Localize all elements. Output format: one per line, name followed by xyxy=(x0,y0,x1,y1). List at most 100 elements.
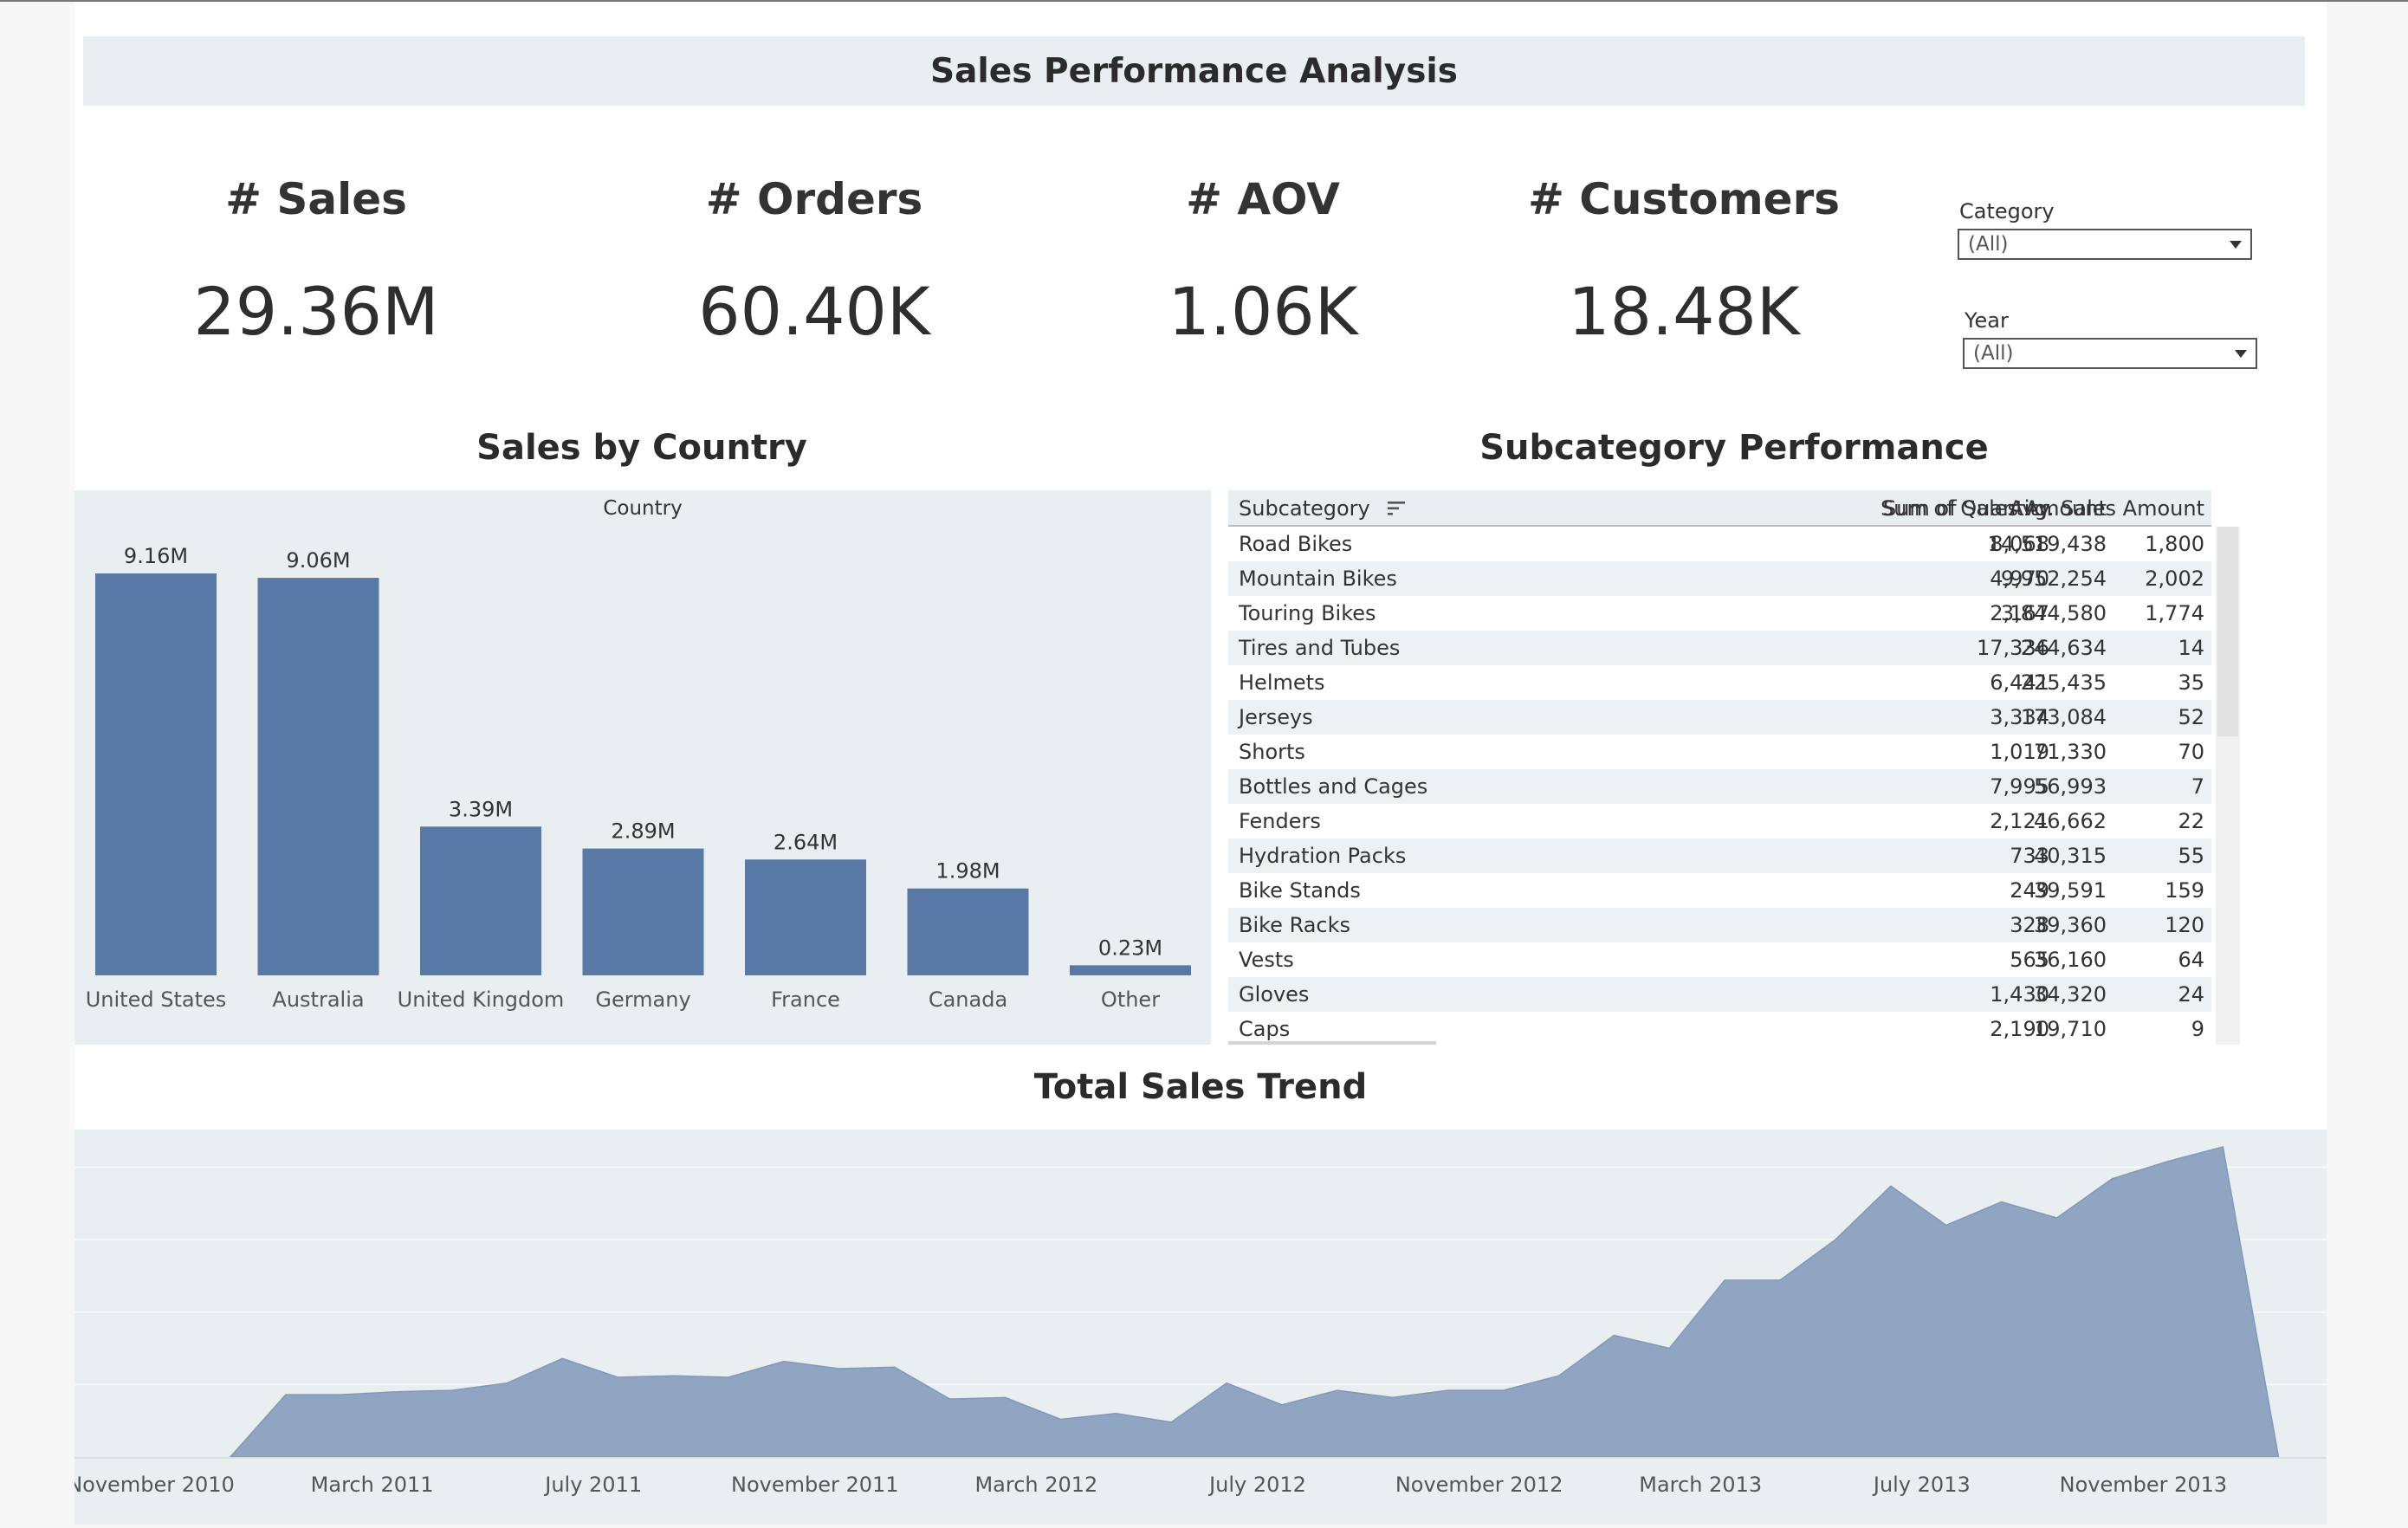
bar-data-label: 1.98M xyxy=(935,859,1000,884)
sort-descending-icon[interactable] xyxy=(1388,500,1407,517)
x-tick-label: United Kingdom xyxy=(398,987,565,1012)
bar-chart-svg: Country 9.16M United States 9.06M Australia… xyxy=(86,497,1191,1012)
x-tick-label: November 2012 xyxy=(1395,1473,1563,1497)
bar-france[interactable] xyxy=(745,859,866,975)
table-row[interactable]: Shorts 1,019 71,330 70 xyxy=(1228,735,2211,769)
cell-subcategory: Caps xyxy=(1239,1017,1291,1041)
bar-united-kingdom[interactable] xyxy=(420,826,541,975)
cell-avg-sales: 24 xyxy=(2178,982,2204,1007)
cell-subcategory: Bike Stands xyxy=(1239,878,1361,903)
bar-germany[interactable] xyxy=(582,848,704,975)
chevron-down-icon xyxy=(2235,349,2247,358)
x-tick-label: March 2011 xyxy=(311,1473,434,1497)
cell-subcategory: Gloves xyxy=(1239,982,1310,1007)
x-tick-label: March 2012 xyxy=(974,1473,1097,1497)
kpi-aov-label: # AOV xyxy=(1186,174,1340,224)
category-dropdown[interactable]: (All) xyxy=(1958,229,2252,260)
sales-trend-area[interactable] xyxy=(229,1146,2279,1458)
bar-other[interactable] xyxy=(1070,965,1191,975)
table-row[interactable]: Tires and Tubes 17,336 244,634 14 xyxy=(1228,631,2211,665)
bar-data-label: 3.39M xyxy=(449,797,513,821)
table-row[interactable]: Touring Bikes 2,167 3,844,580 1,774 xyxy=(1228,596,2211,631)
bar-data-label: 2.64M xyxy=(774,830,838,854)
table-row[interactable]: Mountain Bikes 4,970 9,952,254 2,002 xyxy=(1228,561,2211,596)
header-subcategory[interactable]: Subcategory xyxy=(1239,490,1370,525)
x-tick-label: July 2011 xyxy=(543,1473,642,1497)
kpi-customers: # Customers 18.48K xyxy=(1467,169,1900,350)
x-tick-label: Australia xyxy=(272,987,364,1012)
country-header: Country xyxy=(603,497,682,520)
kpi-customers-value: 18.48K xyxy=(1568,273,1800,350)
x-tick-label: Other xyxy=(1101,987,1160,1012)
kpi-aov-value: 1.06K xyxy=(1168,273,1358,350)
bar-data-label: 2.89M xyxy=(611,819,675,844)
table-row[interactable]: Bike Stands 249 39,591 159 xyxy=(1228,873,2211,908)
subcategory-table: Subcategory Sum of Quantity Sum of Sales… xyxy=(1228,490,2240,1045)
cell-avg-sales: 55 xyxy=(2178,844,2204,868)
x-tick-label: Germany xyxy=(595,987,690,1012)
cell-subcategory: Helmets xyxy=(1239,670,1325,695)
area-chart-svg: November 2010 March 2011 July 2011 November… xyxy=(67,1146,2327,1497)
bar-data-label: 9.16M xyxy=(124,544,188,568)
kpi-orders-value: 60.40K xyxy=(698,273,930,350)
cell-subcategory: Mountain Bikes xyxy=(1239,567,1397,591)
cell-subcategory: Hydration Packs xyxy=(1239,844,1407,868)
x-tick-label: Canada xyxy=(929,987,1007,1012)
bar-canada[interactable] xyxy=(907,888,1029,975)
x-tick-label: November 2011 xyxy=(731,1473,899,1497)
cell-avg-sales: 14 xyxy=(2178,636,2204,660)
total-sales-trend-chart: November 2010 March 2011 July 2011 November… xyxy=(67,1130,2327,1525)
scrollbar-thumb[interactable] xyxy=(2217,527,2238,736)
table-row[interactable]: Fenders 2,121 46,662 22 xyxy=(1228,804,2211,838)
table-row[interactable]: Jerseys 3,334 173,084 52 xyxy=(1228,700,2211,735)
x-tick-label: November 2010 xyxy=(74,1473,235,1497)
kpi-orders-label: # Orders xyxy=(705,174,923,224)
bar-australia[interactable] xyxy=(257,578,379,975)
x-tick-label: July 2013 xyxy=(1872,1473,1971,1497)
chevron-down-icon xyxy=(2230,240,2242,249)
table-body: Road Bikes 8,068 14,519,438 1,800 Mountain B… xyxy=(1228,527,2211,1045)
kpi-customers-label: # Customers xyxy=(1527,174,1841,224)
table-row[interactable]: Road Bikes 8,068 14,519,438 1,800 xyxy=(1228,527,2211,561)
cell-subcategory: Shorts xyxy=(1239,740,1305,764)
horizontal-scrollbar[interactable] xyxy=(1228,1041,1436,1045)
year-filter-label: Year xyxy=(1965,308,2009,333)
cell-avg-sales: 7 xyxy=(2191,774,2204,799)
subcategory-performance-title: Subcategory Performance xyxy=(1479,428,1989,468)
bar-data-label: 9.06M xyxy=(286,548,350,573)
cell-avg-sales: 9 xyxy=(2191,1017,2204,1041)
year-dropdown[interactable]: (All) xyxy=(1963,338,2257,369)
bar-data-label: 0.23M xyxy=(1098,936,1162,960)
category-filter: Category (All) xyxy=(1958,199,2252,260)
sales-by-country-title: Sales by Country xyxy=(476,428,807,468)
table-row[interactable]: Vests 565 36,160 64 xyxy=(1228,942,2211,977)
bar-united-states[interactable] xyxy=(95,573,217,975)
table-row[interactable]: Helmets 6,441 225,435 35 xyxy=(1228,665,2211,700)
total-sales-trend-title: Total Sales Trend xyxy=(1033,1067,1368,1107)
table-row[interactable]: Bike Racks 328 39,360 120 xyxy=(1228,908,2211,942)
header-avg-sales-amount[interactable]: Avg. Sales Amount xyxy=(1956,490,2204,525)
cell-avg-sales: 1,800 xyxy=(2145,532,2204,556)
cell-subcategory: Touring Bikes xyxy=(1239,601,1376,625)
cell-avg-sales: 22 xyxy=(2178,809,2204,833)
cell-subcategory: Fenders xyxy=(1239,809,1321,833)
table-header: Subcategory Sum of Quantity Sum of Sales… xyxy=(1228,490,2211,527)
table-row[interactable]: Bottles and Cages 7,995 56,993 7 xyxy=(1228,769,2211,804)
category-filter-label: Category xyxy=(1959,199,2055,223)
cell-subcategory: Bike Racks xyxy=(1239,913,1351,937)
x-tick-label: November 2013 xyxy=(2060,1473,2228,1497)
cell-avg-sales: 1,774 xyxy=(2145,601,2204,625)
kpi-aov: # AOV 1.06K xyxy=(1046,169,1479,350)
cell-avg-sales: 64 xyxy=(2178,948,2204,972)
cell-avg-sales: 120 xyxy=(2165,913,2204,937)
table-row[interactable]: Hydration Packs 733 40,315 55 xyxy=(1228,838,2211,873)
cell-avg-sales: 52 xyxy=(2178,705,2204,729)
category-dropdown-value: (All) xyxy=(1968,233,2009,256)
cell-subcategory: Tires and Tubes xyxy=(1239,636,1401,660)
table-row[interactable]: Gloves 1,430 34,320 24 xyxy=(1228,977,2211,1012)
year-filter: Year (All) xyxy=(1963,308,2257,369)
kpi-orders: # Orders 60.40K xyxy=(598,169,1031,350)
cell-subcategory: Road Bikes xyxy=(1239,532,1353,556)
table-row[interactable]: Caps 2,190 19,710 9 xyxy=(1228,1012,2211,1045)
year-dropdown-value: (All) xyxy=(1973,342,2014,365)
